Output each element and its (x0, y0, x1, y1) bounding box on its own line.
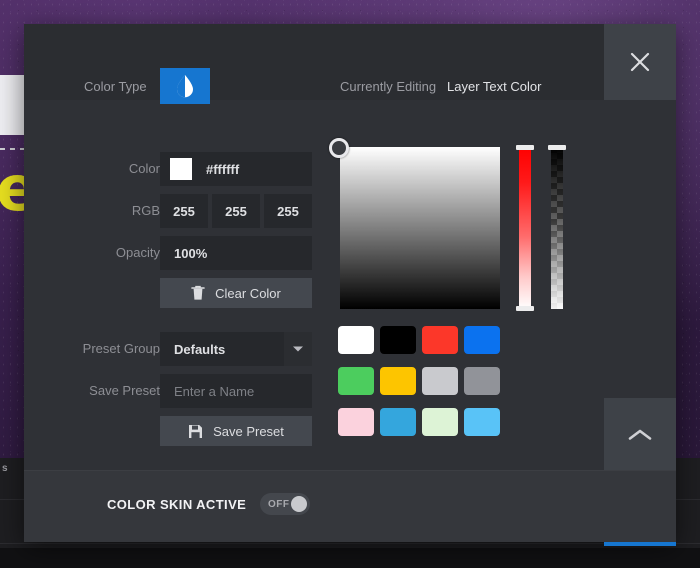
saturation-value-area[interactable] (340, 147, 500, 309)
saturation-value-handle[interactable] (329, 138, 349, 158)
swatch-gray[interactable] (464, 367, 500, 395)
modal-body: Color #ffffff RGB 255 255 255 Opacity 10… (24, 100, 676, 546)
rgb-r-input[interactable]: 255 (160, 194, 208, 228)
save-preset-row: Save Preset Enter a Name (24, 374, 324, 408)
preset-group-label: Preset Group (82, 341, 160, 356)
color-skin-active-toggle[interactable]: OFF (260, 493, 310, 515)
swatch-black[interactable] (380, 326, 416, 354)
preset-group-select[interactable]: Defaults (160, 332, 312, 366)
save-preset-placeholder: Enter a Name (174, 383, 255, 399)
preset-group-row: Preset Group Defaults (24, 332, 324, 366)
swatch-cyan-blue[interactable] (380, 408, 416, 436)
close-button[interactable] (604, 24, 676, 100)
save-disk-icon (189, 424, 203, 438)
swatch-white[interactable] (338, 326, 374, 354)
color-skin-active-toggle-label: OFF (268, 498, 290, 510)
modal-header: Color Type Currently Editing Layer Text … (24, 24, 676, 104)
preset-group-value: Defaults (174, 341, 226, 357)
currently-editing-value: Layer Text Color (447, 79, 542, 94)
canvas-artwork-block (0, 75, 24, 135)
color-swatch-preview[interactable] (170, 158, 192, 180)
app-bottom-strip (0, 548, 700, 568)
color-type-button[interactable] (160, 68, 210, 104)
preset-swatch-grid (338, 326, 500, 436)
droplet-half-icon (177, 75, 193, 98)
rgb-r-value: 255 (173, 203, 195, 219)
swatch-light-gray[interactable] (422, 367, 458, 395)
swatch-yellow[interactable] (380, 367, 416, 395)
opacity-value: 100% (174, 245, 208, 261)
hue-slider-handle-top[interactable] (516, 145, 534, 150)
swatch-mint[interactable] (422, 408, 458, 436)
color-input[interactable]: #ffffff (160, 152, 312, 186)
close-icon (630, 52, 650, 72)
rgb-b-value: 255 (277, 203, 299, 219)
rgb-label: RGB (131, 203, 160, 218)
color-hex-value: #ffffff (206, 161, 240, 177)
swatch-red[interactable] (422, 326, 458, 354)
color-row: Color #ffffff (24, 152, 324, 186)
opacity-row: Opacity 100% (24, 236, 324, 270)
clear-color-button[interactable]: Clear Color (160, 278, 312, 308)
opacity-input[interactable]: 100% (160, 236, 312, 270)
trash-icon (191, 285, 205, 300)
chevron-down-icon (293, 346, 303, 352)
save-preset-label: Save Preset (89, 383, 160, 398)
canvas-guide-dashes (0, 148, 26, 150)
rgb-b-input[interactable]: 255 (264, 194, 312, 228)
swatch-blue[interactable] (464, 326, 500, 354)
hue-slider-handle[interactable] (516, 306, 534, 311)
app-bottom-divider-2 (0, 543, 700, 544)
save-preset-input[interactable]: Enter a Name (160, 374, 312, 408)
hue-slider[interactable] (516, 145, 534, 311)
modal-footer: COLOR SKIN ACTIVE OFF (24, 470, 676, 542)
save-preset-button-label: Save Preset (213, 423, 284, 439)
color-type-label: Color Type (84, 79, 147, 94)
opacity-label: Opacity (115, 245, 160, 260)
toggle-knob[interactable] (291, 496, 307, 512)
preset-group-caret[interactable] (284, 332, 312, 366)
swatch-green[interactable] (338, 367, 374, 395)
clear-color-label: Clear Color (215, 285, 281, 301)
app-status-letter: s (2, 463, 9, 474)
chevron-up-icon (628, 429, 652, 440)
color-label: Color (128, 161, 160, 176)
rgb-row: RGB 255 255 255 (24, 194, 324, 228)
rgb-g-input[interactable]: 255 (212, 194, 260, 228)
swatch-sky[interactable] (464, 408, 500, 436)
alpha-slider[interactable] (548, 145, 566, 309)
color-skin-active-title: COLOR SKIN ACTIVE (107, 497, 247, 512)
collapse-button[interactable] (604, 398, 676, 472)
alpha-slider-handle[interactable] (548, 145, 566, 150)
currently-editing-label: Currently Editing (340, 79, 437, 94)
rgb-g-value: 255 (225, 203, 247, 219)
swatch-pink[interactable] (338, 408, 374, 436)
color-picker-modal: Color Type Currently Editing Layer Text … (24, 24, 676, 546)
save-preset-button[interactable]: Save Preset (160, 416, 312, 446)
